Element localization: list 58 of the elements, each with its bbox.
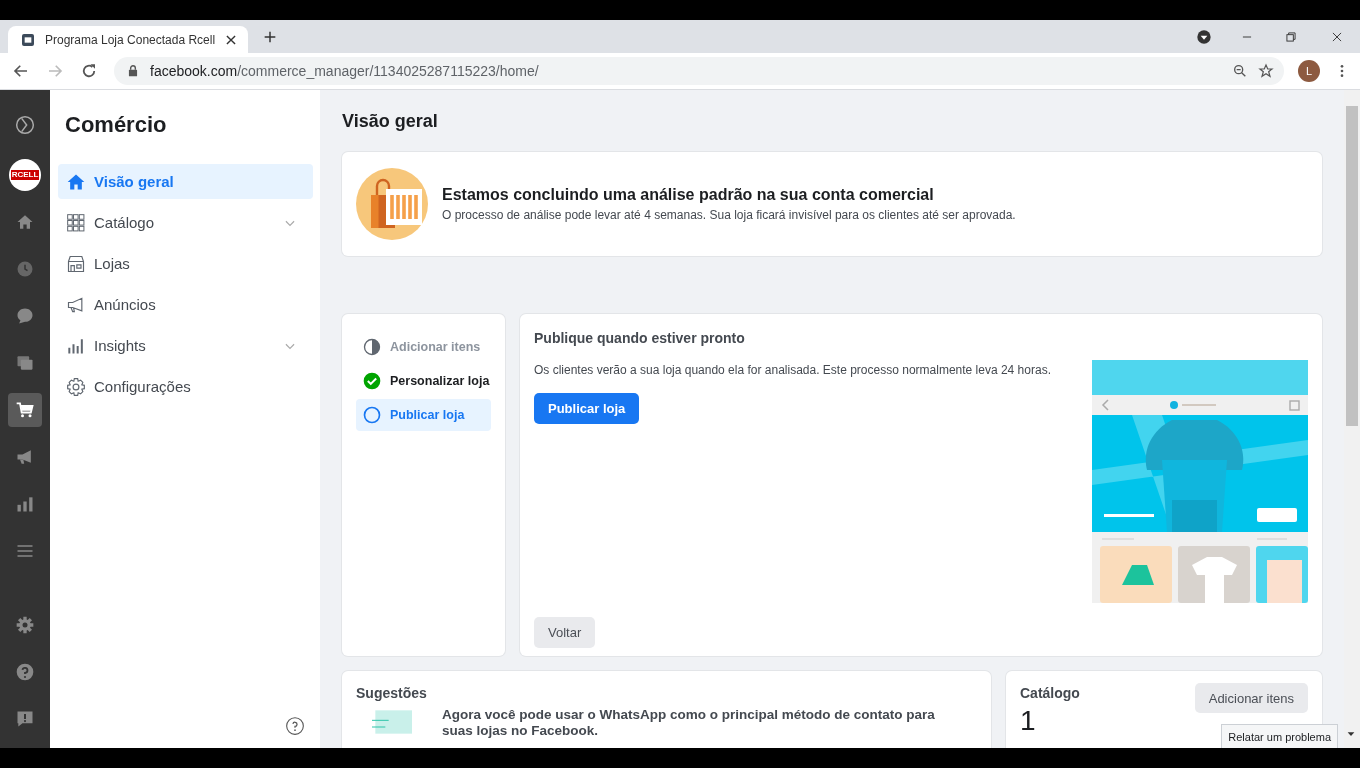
rail-button[interactable] (8, 393, 42, 427)
dropdown-icon[interactable] (1196, 28, 1212, 45)
step-item[interactable]: Personalizar loja (356, 365, 491, 397)
reload-icon[interactable] (80, 62, 98, 80)
zoom-icon[interactable] (1232, 63, 1248, 79)
report-icon (15, 709, 35, 729)
catalog-count: 1 (1020, 705, 1037, 737)
page-icon (20, 31, 36, 48)
settings-icon (15, 615, 35, 635)
clock-icon (15, 259, 35, 279)
back-arrow-icon[interactable] (12, 62, 30, 80)
card-text: Os clientes verão a sua loja quando ela for analisada. Este processo normalmente leva 24 horas. (534, 363, 1051, 377)
card-title: Sugestões (356, 685, 428, 701)
close-icon[interactable] (224, 32, 239, 47)
storefront-icon (66, 253, 86, 274)
tab-title: Programa Loja Conectada Rcell (45, 32, 216, 47)
step-item[interactable]: Publicar loja (356, 399, 491, 431)
report-problem-button[interactable]: Relatar um problema (1221, 724, 1338, 748)
star-icon[interactable] (1258, 63, 1274, 79)
lock-icon (126, 64, 140, 78)
notice-title: Estamos concluindo uma análise padrão na sua conta comercial (442, 186, 935, 204)
help-icon[interactable] (285, 716, 305, 736)
shopping-bag-icon (356, 168, 428, 240)
sidebar-title: Comércio (65, 112, 168, 138)
restore-icon[interactable] (1284, 29, 1298, 44)
sidebar-item[interactable]: Lojas (58, 246, 313, 281)
bar-chart-icon (15, 494, 35, 514)
address-bar[interactable]: facebook.com/commerce_manager/1134025287115223/home/ (114, 57, 1284, 85)
back-button[interactable]: Voltar (534, 617, 596, 648)
caret-down-icon[interactable] (1346, 729, 1356, 739)
half-circle-icon (362, 337, 382, 357)
card-title: Catálogo (1020, 685, 1080, 701)
business-suite-icon (15, 115, 35, 135)
scrollbar-thumb[interactable] (1346, 106, 1358, 426)
cart-icon (15, 400, 35, 420)
card-title: Publique quando estiver pronto (534, 330, 745, 346)
page-logo[interactable]: RCELL (9, 159, 41, 191)
publish-button[interactable]: Publicar loja (534, 393, 640, 424)
empty-circle-icon (362, 405, 382, 425)
pages-icon (15, 353, 35, 373)
sidebar-item[interactable]: Configurações (58, 369, 313, 404)
scrollbar[interactable] (1344, 90, 1360, 748)
sidebar-item[interactable]: Catálogo (58, 205, 313, 240)
notice-text: O processo de análise pode levar até 4 semanas. Sua loja ficará invisível para os clientes até ser aprovada. (442, 208, 1016, 222)
add-items-button[interactable]: Adicionar itens (1194, 683, 1308, 713)
page-title: Visão geral (342, 110, 439, 132)
chat-bubble-icon (15, 306, 35, 326)
profile-avatar[interactable]: L (1298, 60, 1320, 82)
sidebar-item[interactable]: Anúncios (58, 287, 313, 322)
check-circle-icon (362, 371, 382, 391)
grid-icon (66, 212, 86, 233)
sidebar-item[interactable]: Visão geral (58, 164, 313, 199)
browser-tab[interactable]: Programa Loja Conectada Rcell (8, 26, 248, 53)
sidebar-item[interactable]: Insights (58, 328, 313, 363)
help-icon (15, 662, 35, 682)
url-text: facebook.com/commerce_manager/1134025287115223/home/ (150, 63, 539, 79)
settings-icon (66, 376, 86, 397)
suggestion-text: Agora você pode usar o WhatsApp como o principal método de contato para suas lojas no Facebook. (442, 707, 936, 740)
